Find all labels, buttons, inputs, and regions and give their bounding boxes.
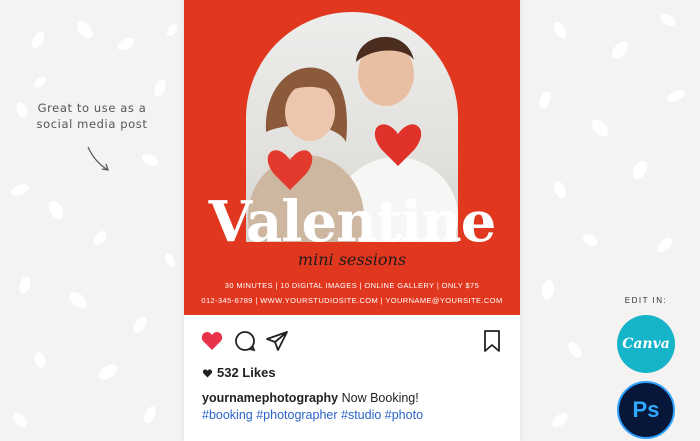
side-note: Great to use as a social media post xyxy=(22,100,162,132)
post-hashtags[interactable]: #booking #photographer #studio #photo xyxy=(202,408,423,422)
small-heart-icon xyxy=(202,369,213,378)
share-icon[interactable] xyxy=(265,329,289,353)
poster-title: Valentine xyxy=(208,189,497,255)
edit-in-label: EDIT IN: xyxy=(624,296,668,305)
curved-arrow-icon xyxy=(87,146,109,171)
comment-icon[interactable] xyxy=(233,329,257,353)
caption-text: Now Booking! xyxy=(341,391,419,405)
likes-label: 532 Likes xyxy=(217,365,276,380)
instagram-post: Valentine mini sessions 30 MINUTES | 10 … xyxy=(184,0,520,441)
heart-icon[interactable] xyxy=(200,329,224,353)
post-caption: yournamephotography Now Booking! xyxy=(202,391,419,405)
canva-logo: Canva xyxy=(617,315,675,373)
poster-contact: 012-345-6789 | WWW.YOURSTUDIOSITE.COM | … xyxy=(201,296,503,305)
poster-details: 30 MINUTES | 10 DIGITAL IMAGES | ONLINE … xyxy=(224,281,480,290)
bookmark-icon[interactable] xyxy=(480,329,504,353)
side-note-line-1: Great to use as a xyxy=(37,101,147,115)
poster-subtitle: mini sessions xyxy=(297,250,407,269)
poster: Valentine mini sessions 30 MINUTES | 10 … xyxy=(184,0,520,315)
post-actions xyxy=(184,315,520,363)
side-note-line-2: social media post xyxy=(36,117,148,131)
likes-count[interactable]: 532 Likes xyxy=(202,365,276,380)
photoshop-logo: Ps xyxy=(617,381,675,439)
post-username[interactable]: yournamephotography xyxy=(202,391,338,405)
